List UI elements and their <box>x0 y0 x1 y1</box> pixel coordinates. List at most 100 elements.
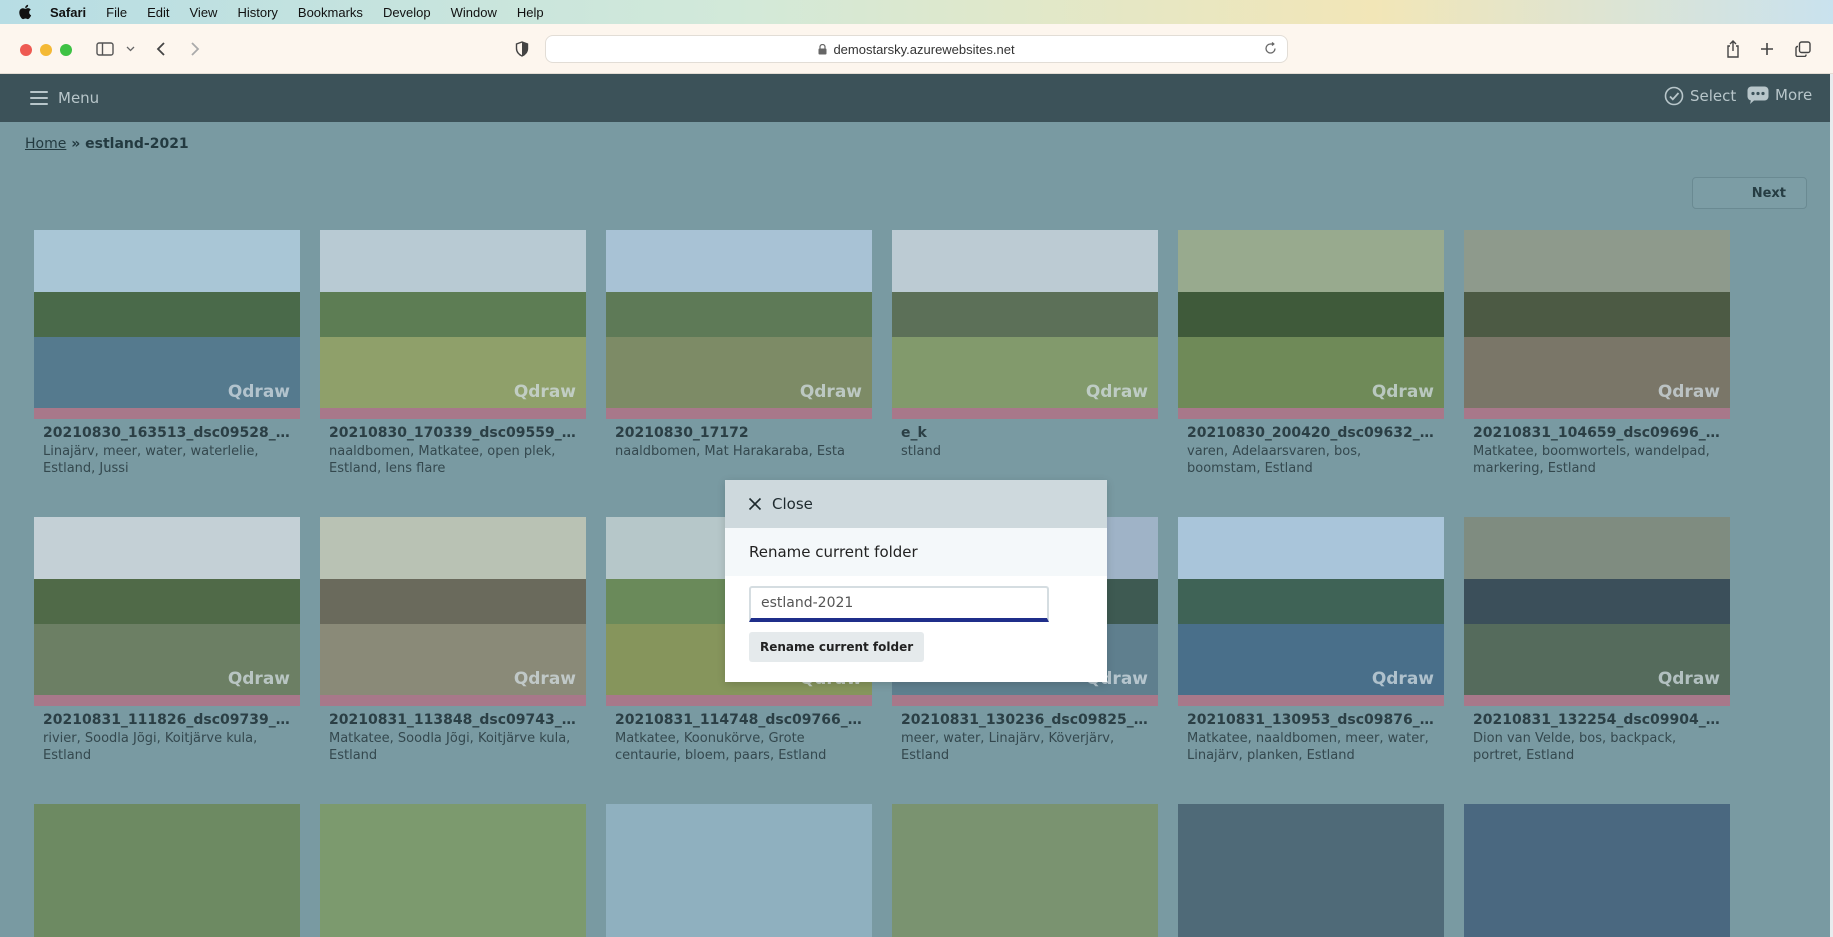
photo-title: e_k <box>901 425 927 441</box>
watermark-text: Qdraw <box>1657 669 1720 689</box>
photo-card[interactable]: Qdraw 20210831_113848_dsc09743_e_kl1... Ma… <box>320 517 586 764</box>
photo-title: 20210831_104659_dsc09696_e_kl... <box>1473 425 1723 441</box>
close-window-button[interactable] <box>20 44 32 56</box>
photo-card[interactable]: Qdraw 20210830_163513_dsc09528_e_kl1... Li… <box>34 230 300 477</box>
sidebar-icon[interactable] <box>94 37 116 61</box>
next-page-button[interactable]: Next <box>1692 177 1807 209</box>
menu-history[interactable]: History <box>237 5 277 20</box>
color-class-stripe <box>1178 408 1444 419</box>
address-bar[interactable]: demostarsky.azurewebsites.net <box>545 35 1288 63</box>
share-icon[interactable] <box>1724 37 1742 61</box>
menu-edit[interactable]: Edit <box>147 5 169 20</box>
close-icon <box>748 497 762 511</box>
photo-thumbnail[interactable]: Qdraw <box>606 230 872 408</box>
color-class-stripe <box>34 408 300 419</box>
photo-title: 20210831_113848_dsc09743_e_kl1... <box>329 712 579 728</box>
photo-card[interactable]: Qdraw 20210831_104659_dsc09696_e_kl... Mat… <box>1464 230 1730 477</box>
menu-develop[interactable]: Develop <box>383 5 431 20</box>
menu-button[interactable]: Menu <box>30 87 99 109</box>
more-button[interactable]: More <box>1747 86 1812 104</box>
menu-label: Menu <box>58 89 100 107</box>
color-class-stripe <box>1178 695 1444 706</box>
forward-icon[interactable] <box>187 37 203 61</box>
photo-thumbnail[interactable]: Qdraw <box>1178 230 1444 408</box>
color-class-stripe <box>892 695 1158 706</box>
rename-folder-button[interactable]: Rename current folder <box>749 632 925 662</box>
macos-menubar: Safari File Edit View History Bookmarks … <box>0 0 1833 24</box>
photo-thumbnail[interactable] <box>1178 804 1444 937</box>
photo-tags: rivier, Soodla Jõgi, Koitjärve kula, Est… <box>43 731 258 763</box>
hamburger-icon <box>30 87 48 109</box>
modal-title: Rename current folder <box>725 528 1107 576</box>
select-label: Select <box>1690 87 1737 105</box>
photo-thumbnail[interactable]: Qdraw <box>892 230 1158 408</box>
photo-title: 20210831_130953_dsc09876_e_kl1... <box>1187 712 1437 728</box>
photo-title: 20210830_200420_dsc09632_e_... <box>1187 425 1437 441</box>
lock-icon <box>818 43 827 55</box>
photo-thumbnail[interactable]: Qdraw <box>1464 517 1730 695</box>
photo-tags: naaldbomen, Matkatee, open plek, Estland… <box>329 444 556 476</box>
photo-tags: stland <box>901 444 941 459</box>
color-class-stripe <box>34 695 300 706</box>
photo-tags: Matkatee, Soodla Jõgi, Koitjärve kula, E… <box>329 731 571 763</box>
photo-thumbnail[interactable]: Qdraw <box>1178 517 1444 695</box>
menu-help[interactable]: Help <box>517 5 544 20</box>
zoom-window-button[interactable] <box>60 44 72 56</box>
photo-thumbnail[interactable]: Qdraw <box>34 517 300 695</box>
modal-close-label: Close <box>772 495 813 513</box>
watermark-text: Qdraw <box>227 382 290 402</box>
photo-thumbnail[interactable]: Qdraw <box>1464 230 1730 408</box>
photo-title: 20210830_163513_dsc09528_e_kl1... <box>43 425 293 441</box>
breadcrumb-current: estland-2021 <box>85 136 189 152</box>
tab-overview-icon[interactable] <box>1794 37 1812 61</box>
folder-name-value: estland-2021 <box>761 595 854 611</box>
photo-thumbnail[interactable]: Qdraw <box>320 517 586 695</box>
reload-icon[interactable] <box>1264 42 1277 58</box>
photo-tags: naaldbomen, Mat Harakaraba, Esta <box>615 444 845 459</box>
photo-thumbnail[interactable]: Qdraw <box>34 230 300 408</box>
more-label: More <box>1775 86 1813 104</box>
photo-card[interactable]: Qdraw 20210830_200420_dsc09632_e_...varen… <box>1178 230 1444 477</box>
photo-card[interactable]: Qdraw 20210831_111826_dsc09739_e_kl1...ri… <box>34 517 300 764</box>
modal-close-button[interactable]: Close <box>725 480 1107 528</box>
menu-window[interactable]: Window <box>451 5 497 20</box>
menu-file[interactable]: File <box>106 5 127 20</box>
new-tab-icon[interactable] <box>1758 37 1776 61</box>
back-icon[interactable] <box>153 37 169 61</box>
menu-view[interactable]: View <box>190 5 218 20</box>
watermark-text: Qdraw <box>1085 382 1148 402</box>
photo-tags: Matkatee, naaldbomen, meer, water, Linaj… <box>1187 731 1429 763</box>
photo-thumbnail[interactable] <box>892 804 1158 937</box>
color-class-stripe <box>1464 408 1730 419</box>
menu-safari[interactable]: Safari <box>50 5 86 20</box>
minimize-window-button[interactable] <box>40 44 52 56</box>
photo-tags: Matkatee, Koonukörve, Grote centaurie, b… <box>615 731 827 763</box>
url-text: demostarsky.azurewebsites.net <box>833 41 1015 57</box>
photo-thumbnail[interactable] <box>606 804 872 937</box>
photo-tags: Dion van Velde, bos, backpack, portret, … <box>1473 731 1677 763</box>
photo-card[interactable]: Qdraw e_kstland <box>892 230 1158 460</box>
photo-tags: varen, Adelaarsvaren, bos, boomstam, Est… <box>1187 444 1362 476</box>
photo-card[interactable]: Qdraw 20210831_132254_dsc09904_e_kl1... Di… <box>1464 517 1730 764</box>
apple-icon[interactable] <box>18 4 34 20</box>
photo-thumbnail[interactable] <box>34 804 300 937</box>
photo-card[interactable]: Qdraw 20210831_130953_dsc09876_e_kl1... Ma… <box>1178 517 1444 764</box>
photo-title: 20210830_170339_dsc09559_e_kl... <box>329 425 579 441</box>
color-class-stripe <box>320 408 586 419</box>
watermark-text: Qdraw <box>1371 382 1434 402</box>
photo-card[interactable]: Qdraw 20210830_17172 naaldbomen, Mat Harak… <box>606 230 872 460</box>
privacy-shield-icon[interactable] <box>512 37 532 61</box>
chevron-down-icon[interactable] <box>124 37 136 61</box>
menu-bookmarks[interactable]: Bookmarks <box>298 5 363 20</box>
folder-name-input[interactable]: estland-2021 <box>749 586 1049 622</box>
watermark-text: Qdraw <box>1657 382 1720 402</box>
modal-body: estland-2021 Rename current folder <box>725 576 1107 682</box>
photo-thumbnail[interactable] <box>1464 804 1730 937</box>
photo-thumbnail[interactable]: Qdraw <box>320 230 586 408</box>
breadcrumb-home-link[interactable]: Home <box>25 136 66 152</box>
browser-toolbar: demostarsky.azurewebsites.net <box>0 24 1833 74</box>
select-button[interactable]: Select <box>1664 86 1736 106</box>
photo-card[interactable]: Qdraw 20210830_170339_dsc09559_e_kl...naa… <box>320 230 586 477</box>
photo-thumbnail[interactable] <box>320 804 586 937</box>
app-header: Menu Select More <box>0 74 1830 122</box>
